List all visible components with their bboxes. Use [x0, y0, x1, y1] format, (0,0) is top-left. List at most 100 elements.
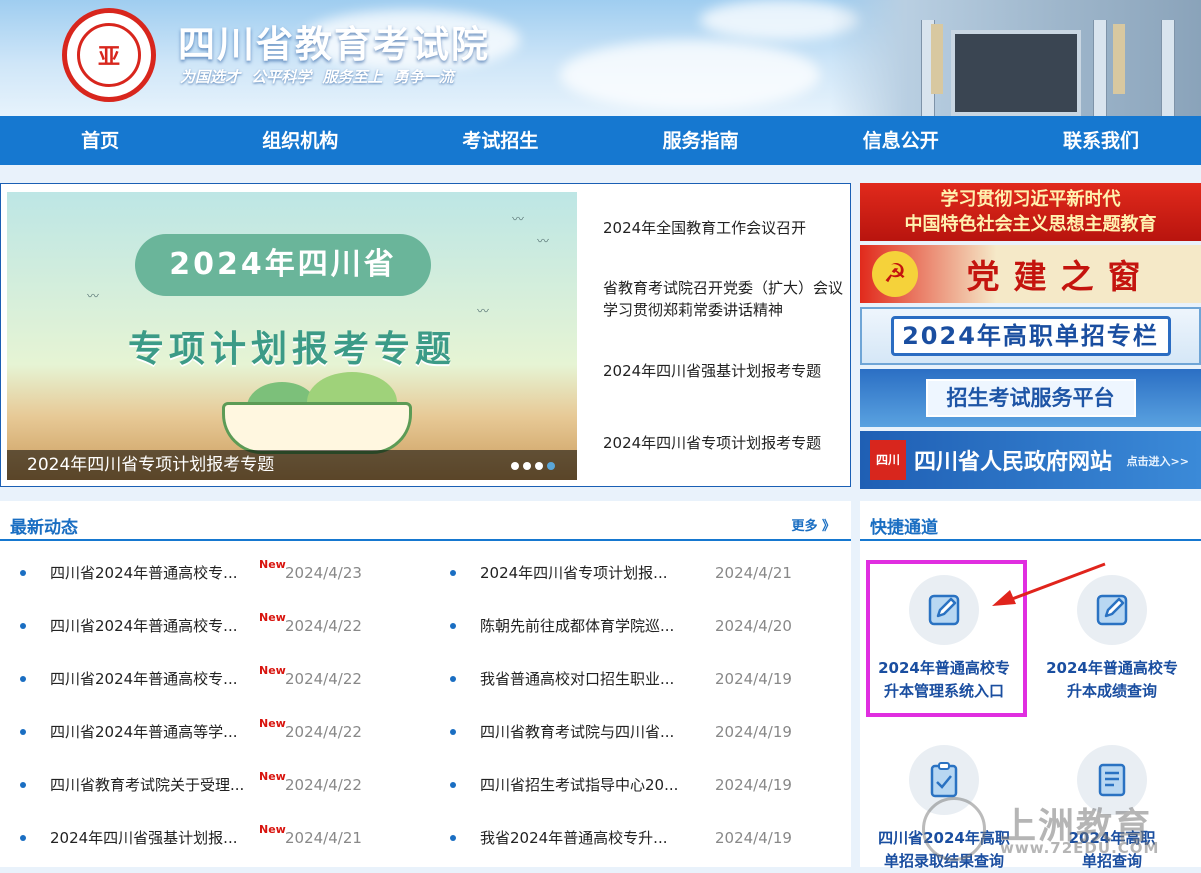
banner-pill-title: 2024年四川省: [135, 234, 431, 296]
main-nav: 首页 组织机构 考试招生 服务指南 信息公开 联系我们: [0, 116, 1201, 165]
news-date: 2024/4/21: [715, 564, 792, 582]
bird-decoration: 〰: [477, 304, 490, 318]
quick-item-label: 2024年普通高校专 升本成绩查询: [1028, 657, 1196, 703]
latest-news-header: 最新动态 更多 》: [0, 501, 851, 541]
party-banner-text: 党建之窗: [966, 257, 1155, 296]
quick-item-line: 2024年普通高校专: [1046, 659, 1178, 677]
party-building-banner[interactable]: ☭ 党建之窗: [860, 245, 1201, 303]
news-item[interactable]: 四川省2024年普通高等学... New 2024/4/22: [20, 717, 420, 744]
news-date: 2024/4/23: [285, 564, 362, 582]
news-date: 2024/4/20: [715, 617, 792, 635]
news-title: 我省2024年普通高校专升...: [480, 829, 668, 847]
new-badge: New: [259, 717, 286, 730]
nav-home[interactable]: 首页: [0, 116, 200, 165]
bullet-icon: [20, 570, 26, 576]
banner-subtitle: 专项计划报考专题: [127, 329, 456, 370]
headline-item[interactable]: 省教育考试院召开党委（扩大）会议学习贯彻郑莉常委讲话精神: [603, 277, 847, 321]
logo-emblem: 亚: [77, 23, 141, 87]
gaozhi-banner[interactable]: 2024年高职单招专栏: [860, 307, 1201, 365]
right-banner-column: 学习贯彻习近平新时代 中国特色社会主义思想主题教育 ☭ 党建之窗 2024年高职…: [860, 183, 1201, 493]
site-logo[interactable]: 亚: [62, 8, 156, 102]
news-title: 2024年四川省专项计划报...: [480, 564, 668, 582]
bullet-icon: [20, 729, 26, 735]
bullet-icon: [450, 835, 456, 841]
bird-decoration: 〰: [537, 234, 550, 248]
news-date: 2024/4/19: [715, 776, 792, 794]
news-item[interactable]: 四川省2024年普通高校专... New 2024/4/23: [20, 558, 420, 585]
new-badge: New: [259, 558, 286, 571]
nav-exams[interactable]: 考试招生: [400, 116, 600, 165]
news-title: 四川省教育考试院与四川省...: [480, 723, 675, 741]
news-item[interactable]: 2024年四川省强基计划报... New 2024/4/21: [20, 823, 420, 850]
news-date: 2024/4/19: [715, 670, 792, 688]
news-date: 2024/4/21: [285, 829, 362, 847]
theme-education-banner[interactable]: 学习贯彻习近平新时代 中国特色社会主义思想主题教育: [860, 183, 1201, 241]
bullet-icon: [20, 782, 26, 788]
bird-decoration: 〰: [512, 212, 525, 226]
news-item[interactable]: 四川省2024年普通高校专... New 2024/4/22: [20, 611, 420, 638]
gaozhi-banner-text: 2024年高职单招专栏: [890, 316, 1171, 356]
quick-access-title: 快捷通道: [870, 518, 938, 538]
news-date: 2024/4/22: [285, 776, 362, 794]
slide-dot[interactable]: [511, 462, 519, 470]
slide-dot[interactable]: [523, 462, 531, 470]
nav-contact[interactable]: 联系我们: [1001, 116, 1201, 165]
new-badge: New: [259, 823, 286, 836]
banner-caption[interactable]: 2024年四川省专项计划报考专题: [7, 450, 577, 480]
headline-item[interactable]: 2024年四川省强基计划报考专题: [603, 360, 821, 382]
news-item[interactable]: 我省普通高校对口招生职业... 2024/4/19: [450, 667, 840, 691]
news-item[interactable]: 四川省2024年普通高校专... New 2024/4/22: [20, 664, 420, 691]
site-slogan: 为国选才 公平科学 服务至上 勇争一流: [180, 68, 454, 86]
gov-website-banner[interactable]: 四川 四川省人民政府网站 点击进入>>: [860, 431, 1201, 489]
news-item[interactable]: 陈朝先前往成都体育学院巡... 2024/4/20: [450, 614, 840, 638]
theme-line1: 学习贯彻习近平新时代: [940, 189, 1121, 210]
building-photo: [831, 0, 1201, 116]
building-column: [1161, 20, 1175, 116]
slide-dot-active[interactable]: [547, 462, 555, 470]
news-title: 2024年四川省强基计划报...: [50, 829, 238, 847]
nav-organization[interactable]: 组织机构: [200, 116, 400, 165]
news-item[interactable]: 我省2024年普通高校专升... 2024/4/19: [450, 826, 840, 850]
main-content: 〰 〰 〰 〰 2024年四川省 专项计划报考专题 2024年四川省专项计划报考…: [0, 165, 1201, 870]
gov-enter-link: 点击进入>>: [1126, 455, 1189, 468]
bullet-icon: [450, 782, 456, 788]
news-date: 2024/4/22: [285, 617, 362, 635]
gov-emblem-icon: 四川: [870, 440, 906, 480]
nav-service-guide[interactable]: 服务指南: [601, 116, 801, 165]
news-item[interactable]: 四川省招生考试指导中心20... 2024/4/19: [450, 773, 840, 797]
headline-item[interactable]: 2024年全国教育工作会议召开: [603, 217, 806, 239]
gov-banner-text: 四川省人民政府网站: [914, 450, 1113, 475]
news-item[interactable]: 2024年四川省专项计划报... 2024/4/21: [450, 561, 840, 585]
site-header: 亚 四川省教育考试院 为国选才 公平科学 服务至上 勇争一流: [0, 0, 1201, 116]
nav-info-disclosure[interactable]: 信息公开: [801, 116, 1001, 165]
news-item[interactable]: 四川省教育考试院关于受理... New 2024/4/22: [20, 770, 420, 797]
latest-news-title: 最新动态: [10, 518, 78, 538]
news-title: 四川省2024年普通高校专...: [50, 617, 238, 635]
slide-dot[interactable]: [535, 462, 543, 470]
news-title: 四川省2024年普通高等学...: [50, 723, 238, 741]
building-plate: [1113, 24, 1125, 94]
quick-item-line: 升本成绩查询: [1066, 682, 1157, 700]
more-link[interactable]: 更多 》: [791, 515, 835, 534]
headline-item[interactable]: 2024年四川省专项计划报考专题: [603, 432, 821, 454]
news-title: 四川省2024年普通高校专...: [50, 564, 238, 582]
party-emblem-icon: ☭: [872, 251, 918, 297]
bullet-icon: [20, 835, 26, 841]
news-title: 陈朝先前往成都体育学院巡...: [480, 617, 675, 635]
news-item[interactable]: 四川省教育考试院与四川省... 2024/4/19: [450, 720, 840, 744]
site-title: 四川省教育考试院: [178, 23, 490, 66]
watermark-logo-icon: [922, 797, 986, 861]
headline-list: 2024年全国教育工作会议召开 省教育考试院召开党委（扩大）会议学习贯彻郑莉常委…: [603, 184, 848, 488]
book-illustration: [222, 402, 412, 454]
bullet-icon: [450, 570, 456, 576]
bullet-icon: [20, 623, 26, 629]
building-door: [951, 30, 1081, 116]
service-platform-banner[interactable]: 招生考试服务平台: [860, 369, 1201, 427]
red-arrow-icon: [992, 562, 1106, 606]
news-date: 2024/4/19: [715, 829, 792, 847]
new-badge: New: [259, 611, 286, 624]
quick-access-header: 快捷通道: [860, 501, 1201, 541]
bullet-icon: [450, 676, 456, 682]
cloud-decoration: [560, 40, 820, 110]
banner-slideshow[interactable]: 〰 〰 〰 〰 2024年四川省 专项计划报考专题 2024年四川省专项计划报考…: [7, 192, 577, 480]
